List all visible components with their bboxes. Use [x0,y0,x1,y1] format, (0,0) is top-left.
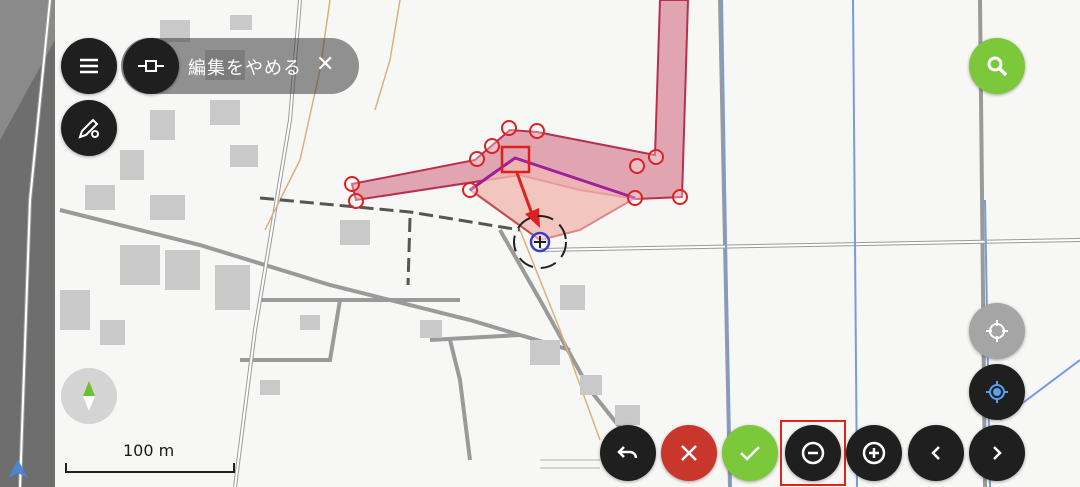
confirm-button[interactable] [722,425,778,481]
crosshair-icon [986,320,1008,342]
plus-circle-icon [862,441,886,465]
compass-icon [83,381,95,411]
line-edit-button[interactable] [123,38,179,94]
scale-label: 100 m [123,441,175,460]
chevron-left-icon [931,446,940,460]
edit-settings-button[interactable] [61,100,117,156]
search-button[interactable] [969,38,1025,94]
remove-vertex-highlight [780,420,846,486]
stop-editing-label[interactable]: 編集をやめる [188,54,302,80]
pen-gear-icon [78,118,99,139]
scale-bar [65,463,235,473]
close-icon [681,445,697,461]
cancel-button[interactable] [661,425,717,481]
undo-icon [617,446,638,459]
next-vertex-button[interactable] [969,425,1025,481]
navigation-arrow-icon [8,460,28,478]
gps-off-button[interactable] [969,303,1025,359]
gps-locate-button[interactable] [969,364,1025,420]
footpaths [259,196,521,286]
locate-icon [986,381,1008,403]
undo-button[interactable] [600,425,656,481]
check-icon [740,446,760,461]
add-vertex-button[interactable] [846,425,902,481]
menu-icon [80,58,98,74]
search-icon [987,56,1008,77]
menu-button[interactable] [61,38,117,94]
previous-vertex-button[interactable] [908,425,964,481]
line-segment-icon [138,60,164,72]
compass-button[interactable] [61,368,117,424]
chevron-right-icon [993,446,1002,460]
stop-editing-close-icon[interactable]: ✕ [316,52,334,77]
